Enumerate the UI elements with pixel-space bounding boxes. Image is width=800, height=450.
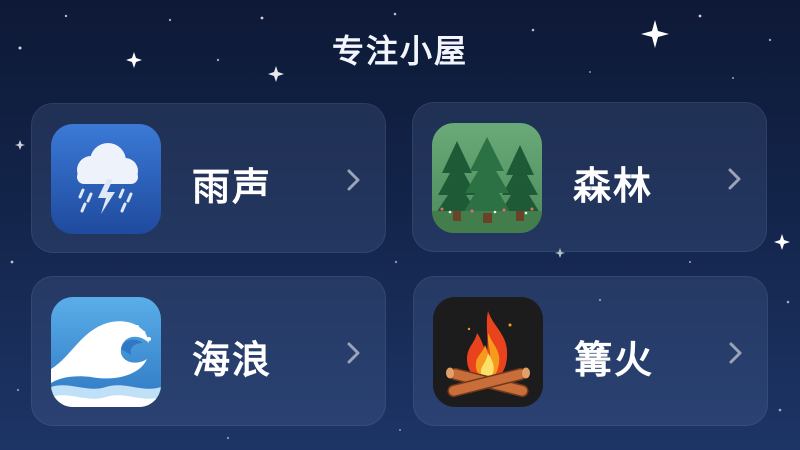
pine-forest-icon <box>432 123 542 233</box>
campfire-icon <box>433 297 543 407</box>
sound-label: 森林 <box>573 164 654 208</box>
sound-card-waves[interactable]: 海浪 <box>31 276 386 426</box>
sound-card-campfire[interactable]: 篝火 <box>413 276 768 426</box>
sound-card-forest[interactable]: 森林 <box>412 102 767 252</box>
sound-label: 海浪 <box>192 338 273 382</box>
chevron-right-icon <box>729 342 742 364</box>
chevron-right-icon <box>347 169 360 191</box>
page-title: 专注小屋 <box>331 32 468 70</box>
sound-label: 篝火 <box>574 338 655 382</box>
rain-cloud-lightning-icon <box>51 124 161 234</box>
sound-card-rain[interactable]: 雨声 <box>31 103 386 253</box>
chevron-right-icon <box>347 342 360 364</box>
sound-label: 雨声 <box>192 165 273 209</box>
chevron-right-icon <box>728 168 741 190</box>
ocean-wave-icon <box>51 297 161 407</box>
